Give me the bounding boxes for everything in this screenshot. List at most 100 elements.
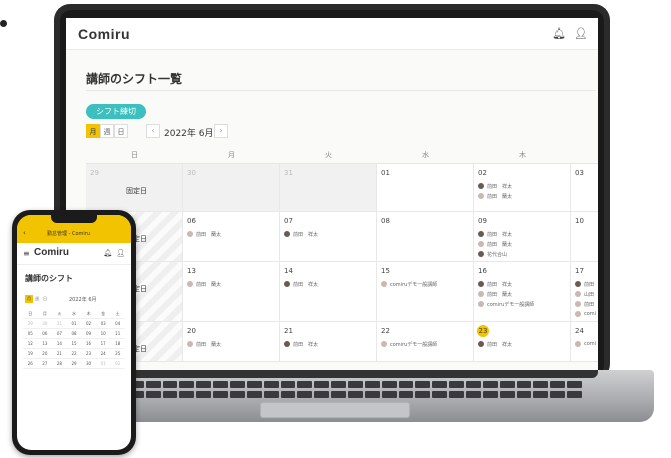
phone-app-logo[interactable]: Comiru — [34, 247, 69, 258]
calendar-day-cell[interactable]: 06 前田 蘭太 — [183, 212, 280, 262]
phone-day-cell[interactable]: 24 — [95, 349, 111, 359]
phone-day-cell[interactable]: 26 — [23, 359, 38, 369]
next-month-button[interactable]: › — [214, 124, 228, 138]
shift-entry[interactable]: 前田 祥太 — [478, 181, 512, 191]
app-logo[interactable]: Comiru — [78, 26, 130, 42]
shift-entry[interactable]: 前田 祥太 — [478, 339, 512, 349]
phone-day-cell[interactable]: 31 — [52, 319, 67, 329]
phone-day-cell[interactable]: 08 — [66, 329, 82, 339]
calendar-day-cell[interactable]: 02 前田 祥太 前田 蘭太 — [474, 164, 571, 212]
calendar-day-cell[interactable]: 17前田 祥太山田前田 comi — [571, 262, 598, 322]
phone-day-cell[interactable]: 29 — [23, 319, 38, 329]
shift-entry[interactable]: 前田 祥太 — [478, 229, 512, 239]
phone-day-cell[interactable]: 03 — [95, 319, 111, 329]
toggle-week[interactable]: 週 — [100, 124, 114, 138]
shift-entry[interactable]: 前田 祥太 — [284, 229, 318, 239]
phone-day-cell[interactable]: 21 — [52, 349, 67, 359]
phone-day-cell[interactable]: 23 — [81, 349, 96, 359]
phone-day-cell[interactable]: 05 — [23, 329, 38, 339]
phone-day-cell[interactable]: 13 — [37, 339, 53, 349]
phone-day-cell[interactable]: 16 — [81, 339, 96, 349]
phone-day-cell[interactable]: 30 — [37, 319, 53, 329]
phone-day-cell[interactable]: 01 — [95, 359, 111, 369]
calendar-day-cell[interactable]: 23 前田 祥太 — [474, 322, 571, 362]
shift-entry[interactable]: 前田 蘭太 — [478, 239, 512, 249]
prev-month-button[interactable]: ‹ — [146, 124, 160, 138]
phone-day-cell[interactable]: 19 — [23, 349, 38, 359]
shift-entry[interactable]: 前田 祥太 — [284, 339, 318, 349]
user-icon[interactable]: 👤︎ — [116, 249, 125, 257]
phone-day-cell[interactable]: 29 — [66, 359, 82, 369]
menu-icon[interactable]: ≡ — [23, 249, 30, 258]
calendar-day-cell[interactable]: 22 comiruデモ一般講師 — [377, 322, 474, 362]
shift-entry[interactable]: 前田 祥太 — [575, 279, 598, 289]
phone-day-cell[interactable]: 18 — [110, 339, 125, 349]
calendar-day-cell[interactable]: 16 前田 祥太 前田 蘭太 comiruデモ一般講師 — [474, 262, 571, 322]
toggle-month[interactable]: 月 — [86, 124, 100, 138]
shift-entry[interactable]: comiruデモ一般講師 — [381, 339, 437, 349]
bell-icon[interactable]: 🔔︎ — [103, 249, 112, 257]
phone-day-cell[interactable]: 06 — [37, 329, 53, 339]
phone-day-cell[interactable]: 01 — [66, 319, 82, 329]
shift-entry[interactable]: 前田 蘭太 — [187, 229, 221, 239]
phone-weekday: 水 — [66, 309, 82, 319]
laptop-screen: Comiru 🔔︎ 👤︎ 講師のシフト一覧 シフト練切 月 週 日 ‹ 2022… — [66, 18, 598, 378]
calendar-day-cell[interactable]: 13 前田 蘭太 — [183, 262, 280, 322]
phone-day-cell[interactable]: 28 — [52, 359, 67, 369]
calendar-day-cell[interactable]: 31 — [280, 164, 377, 212]
phone-day-cell[interactable]: 17 — [95, 339, 111, 349]
calendar-day-cell[interactable]: 21 前田 祥太 — [280, 322, 377, 362]
shift-entry[interactable]: 前田 — [575, 299, 598, 309]
calendar-day-cell[interactable]: 09 前田 祥太 前田 蘭太 花代合山 — [474, 212, 571, 262]
phone-day-cell[interactable]: 11 — [110, 329, 125, 339]
phone-day-cell[interactable]: 02 — [110, 359, 125, 369]
shift-entry[interactable]: comi — [575, 309, 598, 319]
shift-entry[interactable]: 花代合山 — [478, 249, 512, 259]
back-icon[interactable]: ‹ — [23, 229, 26, 237]
weekday-header — [571, 146, 598, 164]
calendar-day-cell[interactable]: 15 comiruデモ一般講師 — [377, 262, 474, 322]
calendar-day-cell[interactable]: 20 前田 蘭太 — [183, 322, 280, 362]
calendar-day-cell[interactable]: 29 固定日 — [86, 164, 183, 212]
user-icon[interactable]: 👤︎ — [574, 27, 588, 40]
phone-day-cell[interactable]: 02 — [81, 319, 96, 329]
shift-entry[interactable]: 前田 蘭太 — [478, 289, 534, 299]
shift-button[interactable]: シフト練切 — [86, 104, 146, 119]
calendar-day-cell[interactable]: 07 前田 祥太 — [280, 212, 377, 262]
phone-toggle-day[interactable]: 日 — [41, 295, 49, 303]
shift-entry[interactable]: comi — [575, 339, 596, 349]
shift-entry[interactable]: 前田 祥太 — [478, 279, 534, 289]
calendar-day-cell[interactable]: 03 — [571, 164, 598, 212]
toggle-day[interactable]: 日 — [114, 124, 128, 138]
bell-icon[interactable]: 🔔︎ — [552, 27, 566, 40]
shift-entry[interactable]: 前田 蘭太 — [187, 339, 221, 349]
shift-entry[interactable]: 山田 — [575, 289, 598, 299]
phone-day-cell[interactable]: 25 — [110, 349, 125, 359]
phone-day-cell[interactable]: 14 — [52, 339, 67, 349]
calendar-day-cell[interactable]: 14 前田 祥太 — [280, 262, 377, 322]
phone-day-cell[interactable]: 07 — [52, 329, 67, 339]
phone-day-cell[interactable]: 20 — [37, 349, 53, 359]
shift-entries: 前田 蘭太 — [187, 279, 221, 289]
shift-entry[interactable]: 前田 蘭太 — [478, 191, 512, 201]
calendar-day-cell[interactable]: 10 — [571, 212, 598, 262]
phone-day-cell[interactable]: 15 — [66, 339, 82, 349]
phone-day-cell[interactable]: 09 — [81, 329, 96, 339]
shift-entry[interactable]: 前田 蘭太 — [187, 279, 221, 289]
shift-entry[interactable]: comiruデモ一般講師 — [381, 279, 437, 289]
calendar-day-cell[interactable]: 08 — [377, 212, 474, 262]
phone-toggle-week[interactable]: 週 — [33, 295, 41, 303]
phone-toggle-month[interactable]: 月 — [25, 295, 33, 303]
calendar-day-cell[interactable]: 24 comi — [571, 322, 598, 362]
phone-day-cell[interactable]: 27 — [37, 359, 53, 369]
phone-day-cell[interactable]: 12 — [23, 339, 38, 349]
phone-day-cell[interactable]: 04 — [110, 319, 125, 329]
phone-day-cell[interactable]: 22 — [66, 349, 82, 359]
phone-day-cell[interactable]: 10 — [95, 329, 111, 339]
shift-entry[interactable]: 前田 祥太 — [284, 279, 318, 289]
shift-entry[interactable]: comiruデモ一般講師 — [478, 299, 534, 309]
calendar-day-cell[interactable]: 30 — [183, 164, 280, 212]
phone-day-cell[interactable]: 30 — [81, 359, 96, 369]
keyboard-key — [314, 381, 330, 388]
calendar-day-cell[interactable]: 01 — [377, 164, 474, 212]
